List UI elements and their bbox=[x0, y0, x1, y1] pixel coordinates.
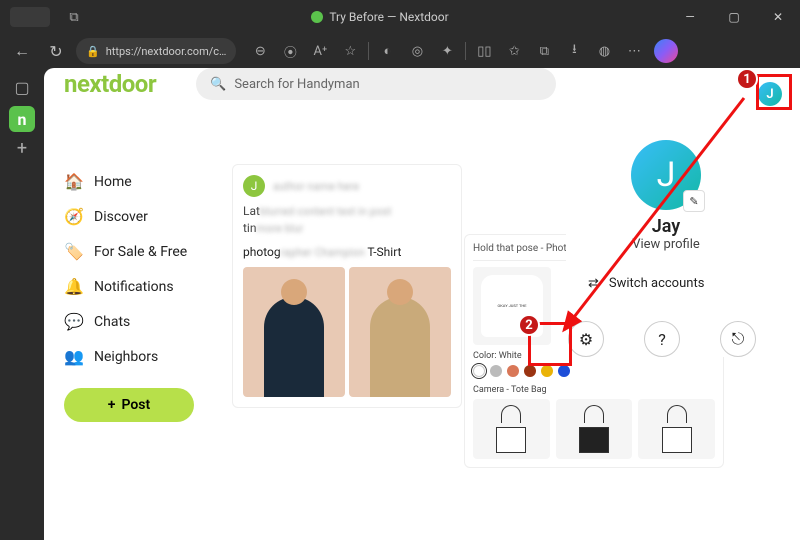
product-image[interactable]: OKAY JUST THE bbox=[473, 267, 551, 345]
refresh-button[interactable]: ↻ bbox=[42, 37, 70, 65]
tab-favicon bbox=[311, 11, 323, 23]
new-tab-button[interactable]: + bbox=[17, 138, 27, 159]
brand-logo[interactable]: nextdoor bbox=[64, 70, 156, 98]
neighbors-icon: 👥 bbox=[64, 347, 84, 366]
ext2-icon[interactable]: ◎ bbox=[403, 37, 431, 65]
logout-icon: ⎋ bbox=[732, 329, 745, 349]
post-button[interactable]: +Post bbox=[64, 388, 194, 422]
chat-icon: 💬 bbox=[64, 312, 84, 331]
edit-avatar-icon[interactable]: ✎ bbox=[683, 190, 705, 212]
swatch-orange[interactable] bbox=[507, 365, 519, 377]
nav-chats[interactable]: 💬Chats bbox=[64, 304, 214, 339]
ext1-icon[interactable]: ◐ bbox=[373, 37, 401, 65]
address-bar[interactable]: 🔒 https://nextdoor.com/c… bbox=[76, 38, 236, 64]
feed-post[interactable]: J author name here Latblurred content te… bbox=[232, 164, 462, 408]
back-button[interactable]: ← bbox=[8, 37, 36, 65]
post-body: Latblurred content text in post tinmore … bbox=[243, 203, 451, 237]
close-button[interactable]: ✕ bbox=[756, 0, 800, 34]
maximize-button[interactable]: ▢ bbox=[712, 0, 756, 34]
search-icon: 🔍 bbox=[210, 77, 226, 92]
tracking-icon[interactable]: ⦿ bbox=[276, 37, 304, 65]
more-icon[interactable]: ⋯ bbox=[620, 37, 648, 65]
logout-button[interactable]: ⎋ bbox=[720, 321, 756, 357]
nav-neighbors[interactable]: 👥Neighbors bbox=[64, 339, 214, 374]
downloads-icon[interactable]: ⭳ bbox=[560, 37, 588, 65]
post-author: author name here bbox=[273, 180, 359, 193]
tab-title: Try Before — Nextdoor bbox=[329, 10, 448, 24]
switch-icon: ⇄ bbox=[588, 276, 599, 291]
view-profile-link[interactable]: View profile bbox=[566, 237, 766, 252]
swatch-blue[interactable] bbox=[558, 365, 570, 377]
lock-icon: 🔒 bbox=[86, 45, 100, 58]
gear-icon: ⚙ bbox=[579, 330, 593, 349]
favorites-bar-icon[interactable]: ✩ bbox=[500, 37, 528, 65]
bell-icon: 🔔 bbox=[64, 277, 84, 296]
swatch-yellow[interactable] bbox=[541, 365, 553, 377]
tag-icon: 🏷️ bbox=[64, 242, 84, 261]
nav-discover[interactable]: 🧭Discover bbox=[64, 199, 214, 234]
profile-menu: J ✎ Jay View profile ⇄ Switch accounts ⚙… bbox=[566, 122, 766, 357]
profile-avatar[interactable]: J ✎ bbox=[631, 140, 701, 210]
help-icon: ? bbox=[658, 330, 666, 349]
bag-2[interactable] bbox=[556, 399, 633, 459]
nav-for-sale[interactable]: 🏷️For Sale & Free bbox=[64, 234, 214, 269]
swatch-brown[interactable] bbox=[524, 365, 536, 377]
swatch-white[interactable] bbox=[473, 365, 485, 377]
settings-button[interactable]: ⚙ bbox=[568, 321, 604, 357]
bag-1[interactable] bbox=[473, 399, 550, 459]
home-icon: 🏠 bbox=[64, 172, 84, 191]
copilot-icon[interactable] bbox=[654, 39, 678, 63]
profile-icon[interactable]: ◍ bbox=[590, 37, 618, 65]
rail-tab-active[interactable]: n bbox=[9, 106, 35, 132]
help-button[interactable]: ? bbox=[644, 321, 680, 357]
compass-icon: 🧭 bbox=[64, 207, 84, 226]
color-swatches bbox=[473, 365, 715, 377]
favorite-icon[interactable]: ☆ bbox=[336, 37, 364, 65]
profile-name: Jay bbox=[566, 216, 766, 237]
nav-notifications[interactable]: 🔔Notifications bbox=[64, 269, 214, 304]
post-photo-1[interactable] bbox=[243, 267, 345, 397]
collections-icon[interactable]: ⧉ bbox=[530, 37, 558, 65]
search-input[interactable]: 🔍 Search for Handyman bbox=[196, 68, 556, 100]
header-avatar[interactable]: J bbox=[758, 82, 782, 106]
nav-home[interactable]: 🏠Home bbox=[64, 164, 214, 199]
switch-accounts[interactable]: ⇄ Switch accounts bbox=[566, 276, 766, 291]
url-text: https://nextdoor.com/c… bbox=[106, 45, 227, 58]
split-icon[interactable]: ▯▯ bbox=[470, 37, 498, 65]
post-product-title: photographer Champion T-Shirt bbox=[243, 245, 451, 259]
rail-tab-1[interactable]: ▢ bbox=[9, 74, 35, 100]
post-avatar[interactable]: J bbox=[243, 175, 265, 197]
bag-3[interactable] bbox=[638, 399, 715, 459]
post-photo-2[interactable] bbox=[349, 267, 451, 397]
plus-icon: + bbox=[108, 397, 116, 413]
zoom-out-icon[interactable]: ⊖ bbox=[246, 37, 274, 65]
search-placeholder: Search for Handyman bbox=[234, 77, 359, 92]
tab-shade bbox=[10, 7, 50, 27]
swatch-grey[interactable] bbox=[490, 365, 502, 377]
extensions-icon[interactable]: ✦ bbox=[433, 37, 461, 65]
product2-label: Camera - Tote Bag bbox=[473, 385, 715, 395]
minimize-button[interactable]: — bbox=[668, 0, 712, 34]
workspaces-icon[interactable]: ⧉ bbox=[60, 3, 88, 31]
text-size-icon[interactable]: A⁺ bbox=[306, 37, 334, 65]
